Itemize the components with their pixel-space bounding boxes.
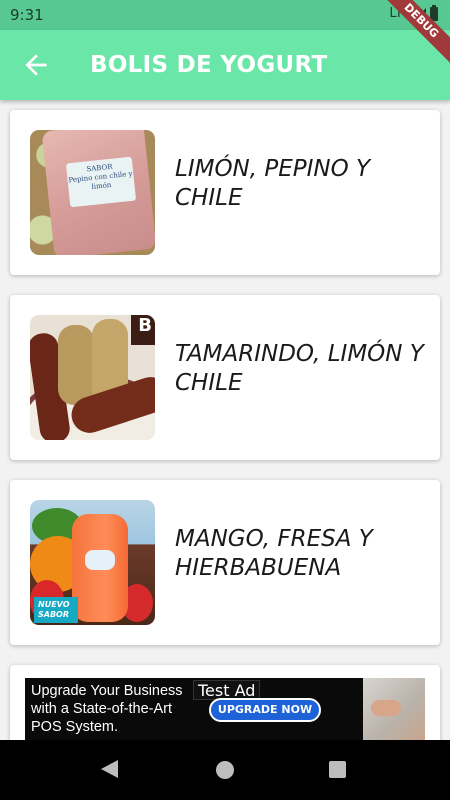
flavor-image: NUEVO SABOR [30, 500, 155, 625]
nav-recents-icon[interactable] [329, 761, 346, 778]
ad-card: Upgrade Your Business with a State-of-th… [10, 665, 440, 740]
back-button[interactable] [20, 49, 52, 81]
app-bar: BOLIS DE YOGURT [0, 30, 450, 100]
arrow-back-icon [25, 54, 47, 76]
new-flavor-badge: NUEVO SABOR [34, 597, 78, 623]
flavor-title: LIMÓN, PEPINO Y CHILE [175, 156, 371, 211]
flavor-image: B [30, 315, 155, 440]
image-label: SABOR Pepino con chile y limón [65, 156, 137, 208]
flavor-image: SABOR Pepino con chile y limón [30, 130, 155, 255]
ad-text: Upgrade Your Business with a State-of-th… [31, 683, 183, 735]
nav-back-icon[interactable] [101, 760, 118, 778]
flavor-card[interactable]: NUEVO SABOR MANGO, FRESA Y HIERBABUENA [10, 480, 440, 645]
status-bar: 9:31 LTE [0, 0, 450, 30]
nav-home-icon[interactable] [216, 761, 234, 779]
flavor-list: SABOR Pepino con chile y limón LIMÓN, PE… [0, 100, 450, 740]
flavor-card[interactable]: SABOR Pepino con chile y limón LIMÓN, PE… [10, 110, 440, 275]
image-corner-text: B [131, 315, 155, 345]
status-time: 9:31 [10, 6, 44, 24]
flavor-card[interactable]: B TAMARINDO, LIMÓN Y CHILE [10, 295, 440, 460]
ad-image [363, 678, 425, 740]
page-title: BOLIS DE YOGURT [90, 52, 328, 78]
flavor-title: MANGO, FRESA Y HIERBABUENA [175, 526, 373, 581]
ad-tag: Test Ad [193, 680, 261, 700]
ad-banner[interactable]: Upgrade Your Business with a State-of-th… [25, 678, 425, 740]
ad-cta-button[interactable]: UPGRADE NOW [209, 698, 321, 722]
flavor-title: TAMARINDO, LIMÓN Y CHILE [175, 341, 424, 396]
navigation-bar [0, 740, 450, 800]
